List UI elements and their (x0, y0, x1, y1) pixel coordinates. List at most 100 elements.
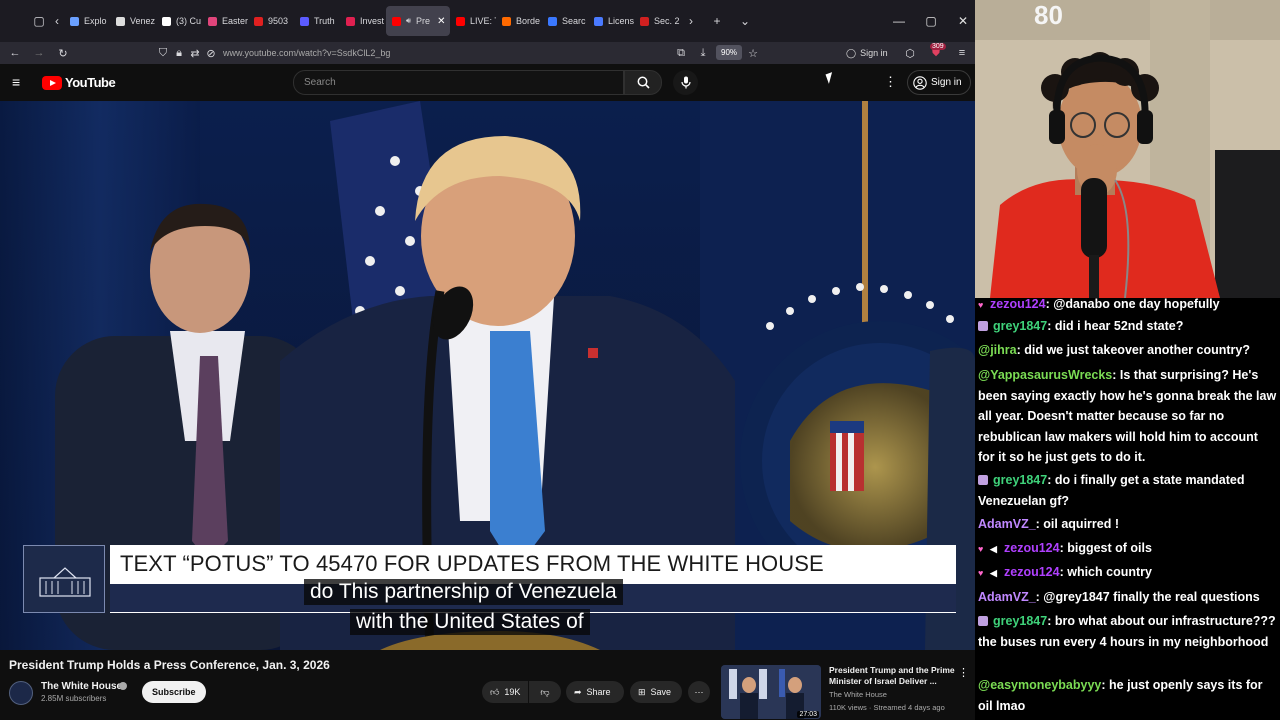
chat-username[interactable]: zezou124 (990, 298, 1046, 311)
lock-icon[interactable]: 🔒︎ (171, 42, 187, 64)
zoom-level[interactable]: 90% (716, 45, 743, 60)
account-icon: ◯ (846, 47, 857, 58)
youtube-logo[interactable]: YouTube (42, 75, 116, 90)
browser-tab[interactable]: Explo (64, 6, 110, 36)
more-actions-button[interactable]: ⋯ (688, 681, 710, 703)
extensions-icon[interactable]: ⬡ (898, 42, 922, 64)
browser-tab[interactable]: Invest (340, 6, 386, 36)
tab-list-chevron-icon[interactable]: ⌄ (734, 10, 756, 32)
youtube-sign-in-label: Sign in (931, 77, 962, 88)
subscriber-badge-icon (978, 475, 988, 485)
video-player[interactable]: TEXT “POTUS” TO 45470 FOR UPDATES FROM T… (0, 101, 975, 650)
browser-tab[interactable]: (3) Cu (156, 6, 202, 36)
chat-username[interactable]: grey1847 (993, 319, 1047, 333)
chat-text: : did i hear 52nd state? (1047, 319, 1184, 333)
scroll-tabs-right-icon[interactable]: › (684, 10, 698, 32)
chat-message: AdamVZ_: @grey1847 finally the real ques… (978, 587, 1277, 608)
tab-bar: ▢ ‹ Explo Venez (3) Cu Easter 9503 Truth Inves… (0, 0, 975, 42)
recommended-title[interactable]: President Trump and the Prime Minister o… (829, 665, 957, 687)
channel-avatar[interactable] (9, 681, 33, 705)
download-page-icon[interactable]: ⤓ (695, 42, 711, 64)
save-button[interactable]: ⊞ Save (630, 681, 682, 703)
maximize-icon[interactable]: ▢ (915, 0, 947, 42)
like-count: 19K (504, 687, 521, 697)
tab-label: Easter (222, 16, 248, 26)
back-icon[interactable]: ← (3, 42, 27, 64)
browser-tab[interactable]: Venez (110, 6, 156, 36)
tab-overview-icon[interactable]: ▢ (28, 10, 50, 32)
chat-username[interactable]: AdamVZ_ (978, 517, 1036, 531)
forward-icon[interactable]: → (27, 42, 51, 64)
new-tab-icon[interactable]: + (706, 10, 728, 32)
chat-message: @easymoneybabyyy: he just openly says it… (978, 675, 1277, 716)
reload-icon[interactable]: ↻ (51, 42, 75, 64)
webcam-image (975, 0, 1280, 298)
url-text[interactable]: www.youtube.com/watch?v=SsdkClL2_bg (223, 48, 390, 58)
tab-label: Pre (416, 16, 431, 26)
scroll-tabs-left-icon[interactable]: ‹ (50, 10, 64, 32)
tab-label: Searc (562, 16, 586, 26)
chat-username[interactable]: grey1847 (993, 614, 1047, 628)
app-menu-icon[interactable]: ≡ (950, 42, 974, 64)
browser-tab[interactable]: Easter (202, 6, 248, 36)
voice-search-button[interactable] (673, 70, 698, 95)
tab-favicon-icon (300, 16, 309, 26)
tab-label: (3) Cu (176, 16, 202, 26)
chat-username[interactable]: AdamVZ_ (978, 590, 1036, 604)
subscriber-badge-icon (978, 616, 988, 626)
recommended-more-icon[interactable]: ⋮ (958, 666, 969, 679)
muted-badge-icon: ◀ (990, 544, 997, 554)
bookmark-star-icon[interactable]: ☆ (745, 42, 761, 64)
browser-tab[interactable]: Truth (294, 6, 340, 36)
tab-favicon-icon (162, 16, 171, 26)
video-title: President Trump Holds a Press Conference… (9, 658, 330, 672)
permissions-icon[interactable]: ⇄ (187, 42, 203, 64)
recommended-thumbnail[interactable]: 27:03 (721, 665, 821, 719)
chat-username[interactable]: @easymoneybabyyy (978, 678, 1101, 692)
browser-sign-in[interactable]: ◯ Sign in (846, 44, 888, 62)
browser-tab[interactable]: 9503 (248, 6, 294, 36)
close-window-icon[interactable]: ✕ (947, 0, 975, 42)
shield-icon[interactable]: ⛉ (155, 42, 171, 64)
caption-line-1: do This partnership of Venezuela (304, 579, 623, 605)
browser-tab[interactable]: Searc (542, 6, 588, 36)
dislike-button[interactable]: 👎︎ (529, 681, 561, 703)
tracking-off-icon[interactable]: ⊘ (203, 42, 219, 64)
chat-username[interactable]: zezou124 (1004, 541, 1060, 555)
share-button[interactable]: ➦ Share (566, 681, 624, 703)
chat-username[interactable]: @jihra (978, 343, 1017, 357)
tab-close-icon[interactable]: ✕ (437, 16, 445, 27)
muted-badge-icon: ◀ (990, 568, 997, 578)
tab-audio-icon[interactable]: 🔊︎ (406, 16, 411, 26)
search-input[interactable] (293, 70, 624, 95)
subscribe-button[interactable]: Subscribe (142, 681, 206, 703)
settings-menu-icon[interactable]: ⋮ (884, 74, 897, 90)
browser-tab[interactable]: Borde (496, 6, 542, 36)
browser-tab[interactable]: Licens (588, 6, 634, 36)
microphone-icon (680, 76, 691, 89)
minimize-icon[interactable]: — (883, 0, 915, 42)
browser-tab[interactable]: 🔊︎ Pre ✕ (386, 6, 450, 36)
white-house-logo (23, 545, 105, 613)
chat-username[interactable]: grey1847 (993, 473, 1047, 487)
search-button[interactable] (624, 70, 662, 95)
chat-message: AdamVZ_: oil aquirred ! (978, 514, 1277, 535)
channel-name[interactable]: The White House (41, 681, 122, 692)
youtube-sign-in-button[interactable]: Sign in (907, 70, 971, 95)
guide-menu-icon[interactable]: ≡ (12, 74, 28, 90)
chat-message: @jihra: did we just takeover another cou… (978, 340, 1277, 361)
webcam-counter: 80 (1034, 0, 1063, 30)
tab-favicon-icon (208, 16, 217, 26)
browser-tab[interactable]: LIVE: T (450, 6, 496, 36)
chat-username[interactable]: zezou124 (1004, 565, 1060, 579)
youtube-logo-text: YouTube (65, 75, 116, 90)
address-bar[interactable]: ⛉ 🔒︎ ⇄ ⊘ www.youtube.com/watch?v=SsdkClL… (155, 44, 767, 62)
tab-favicon-icon (392, 16, 401, 26)
chat-username[interactable]: @YappasaurusWrecks (978, 368, 1112, 382)
browser-tab[interactable]: Sec. 2 (634, 6, 680, 36)
recommended-channel[interactable]: The White House (829, 690, 887, 699)
like-button[interactable]: 👍︎ 19K (482, 681, 528, 703)
tab-strip: Explo Venez (3) Cu Easter 9503 Truth Invest 🔊︎ P… (64, 0, 680, 42)
picture-in-picture-icon[interactable]: ⧉ (673, 42, 689, 64)
heart-badge-icon: ♥ (978, 300, 984, 310)
